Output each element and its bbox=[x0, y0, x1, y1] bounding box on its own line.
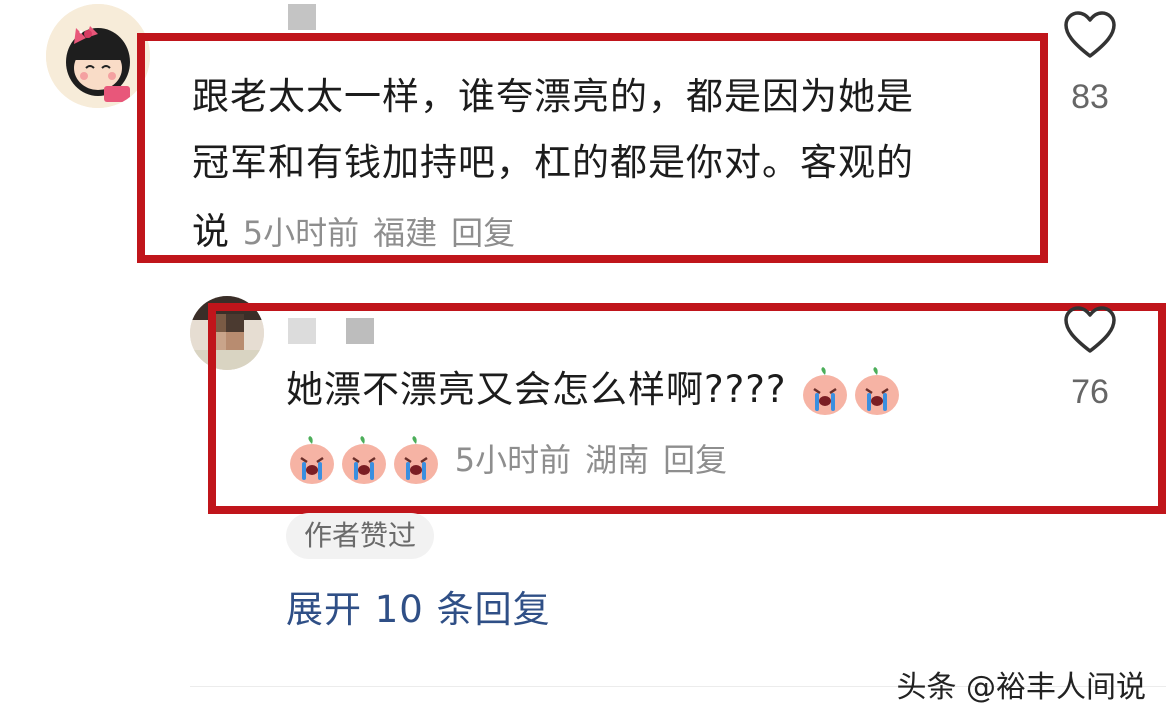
comment-2-line-2: 5小时前 湖南 回复 bbox=[286, 424, 741, 495]
comment-1-text-end: 说 bbox=[192, 210, 230, 253]
crying-peach-emoji-icon bbox=[339, 435, 389, 486]
heart-outline-icon bbox=[1064, 306, 1116, 353]
expand-replies-button[interactable]: 展开 10 条回复 bbox=[286, 585, 551, 635]
username-mosaic-1 bbox=[288, 4, 316, 30]
crying-peach-emoji-icon bbox=[391, 435, 441, 486]
crying-peach-emoji-icon bbox=[287, 435, 337, 486]
comment-2-location: 湖南 bbox=[585, 441, 650, 479]
heart-outline-icon bbox=[1064, 11, 1116, 58]
cartoon-girl-avatar-icon bbox=[46, 4, 150, 108]
comment-2-time: 5小时前 bbox=[454, 441, 572, 479]
author-liked-badge: 作者赞过 bbox=[286, 513, 435, 559]
user-avatar-1[interactable] bbox=[46, 4, 150, 108]
comment-2-like-button[interactable]: 76 bbox=[1055, 305, 1125, 412]
crying-peach-emoji-icon bbox=[800, 366, 850, 417]
comment-1-reply-button[interactable]: 回复 bbox=[451, 214, 515, 252]
watermark: 头条 @裕丰人间说 bbox=[896, 670, 1146, 705]
comment-1-line-3: 说 5小时前 福建 回复 bbox=[192, 197, 529, 268]
comment-1-like-count: 83 bbox=[1071, 78, 1109, 116]
comment-2-line-1: 她漂不漂亮又会怎么样啊???? bbox=[286, 355, 903, 424]
comment-1-like-button[interactable]: 83 bbox=[1055, 10, 1125, 117]
crying-peach-emoji-icon bbox=[852, 366, 902, 417]
comment-1-line-1: 跟老太太一样，谁夸漂亮的，都是因为她是 bbox=[192, 75, 914, 118]
comment-2-like-count: 76 bbox=[1071, 373, 1109, 411]
comments-page: 跟老太太一样，谁夸漂亮的，都是因为她是 冠军和有钱加持吧，杠的都是你对。客观的 … bbox=[0, 0, 1166, 722]
comment-1-line-2: 冠军和有钱加持吧，杠的都是你对。客观的 bbox=[192, 141, 914, 184]
comment-2-text: 她漂不漂亮又会怎么样啊???? bbox=[286, 368, 787, 411]
comment-1-location: 福建 bbox=[373, 214, 438, 252]
comment-2-reply-button[interactable]: 回复 bbox=[663, 441, 727, 479]
comment-1-time: 5小时前 bbox=[242, 214, 360, 252]
